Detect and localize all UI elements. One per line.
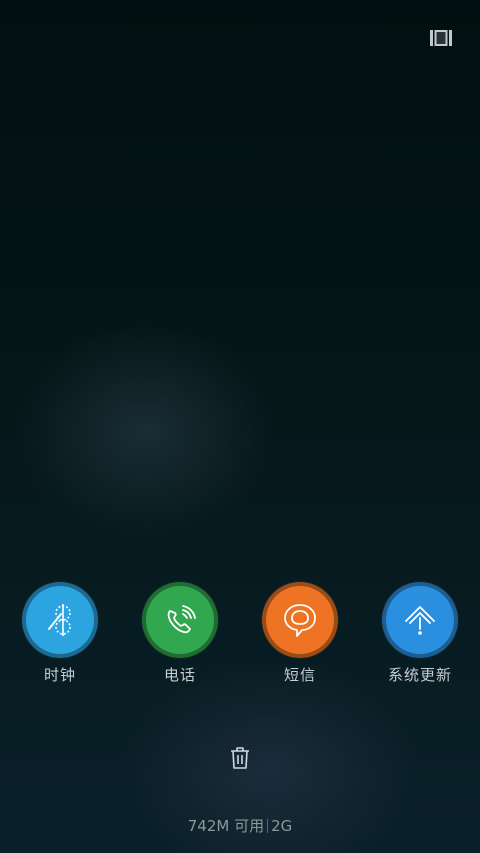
recent-app-clock[interactable]: 时钟	[0, 580, 120, 690]
top-bar	[0, 0, 480, 76]
layout-toggle-icon[interactable]	[430, 30, 452, 46]
recent-app-system-update[interactable]: 系统更新	[360, 580, 480, 690]
clear-all-button[interactable]	[222, 740, 258, 776]
message-icon[interactable]	[262, 582, 338, 658]
phone-icon[interactable]	[142, 582, 218, 658]
memory-available: 742M 可用	[187, 817, 265, 835]
recent-app-label: 电话	[163, 666, 196, 684]
memory-total: 2G	[271, 817, 293, 835]
recent-app-phone[interactable]: 电话	[120, 580, 240, 690]
memory-separator	[267, 819, 269, 833]
recent-app-label: 系统更新	[387, 666, 452, 684]
trash-icon	[231, 747, 249, 769]
recent-apps-list: 时钟 电话 短信 系统更新	[0, 580, 480, 690]
memory-status: 742M 可用 2G	[0, 815, 480, 836]
recent-app-label: 时钟	[43, 666, 76, 684]
clock-icon[interactable]	[22, 582, 98, 658]
system-update-icon[interactable]	[382, 582, 458, 658]
recent-app-messages[interactable]: 短信	[240, 580, 360, 690]
recent-app-label: 短信	[283, 666, 316, 684]
